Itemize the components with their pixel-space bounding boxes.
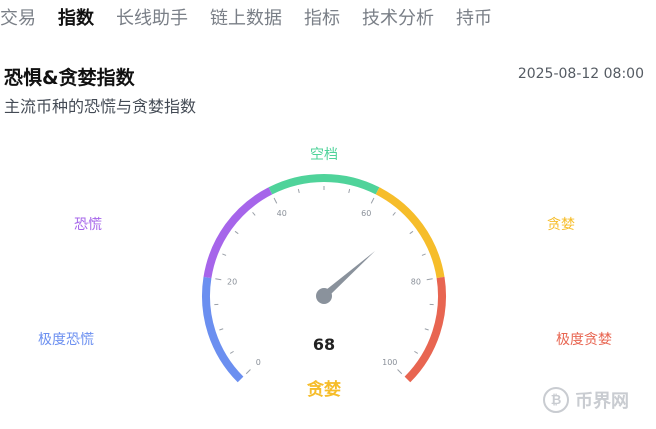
gauge-tick-40 <box>273 197 278 204</box>
gauge-tick-label-60: 60 <box>361 209 371 218</box>
gauge-tick-label-0: 0 <box>256 358 261 367</box>
zone-label-3: 贪婪 <box>547 217 575 233</box>
gauge-status-label: 贪婪 <box>306 379 341 400</box>
gauge-tick-20 <box>215 278 222 281</box>
gauge-value: 68 <box>313 335 335 354</box>
gauge-tick-70 <box>409 230 414 235</box>
gauge-tick-100 <box>397 369 403 375</box>
watermark: ₿ 币界网 <box>543 387 629 413</box>
gauge-tick-10 <box>219 328 224 331</box>
gauge-tick-0 <box>245 369 251 375</box>
gauge-zone-arc-1 <box>203 187 273 279</box>
gauge-zone-arc-3 <box>375 187 445 279</box>
gauge-tick-80 <box>426 278 433 281</box>
bitcoin-icon: ₿ <box>543 387 569 413</box>
gauge-tick-90 <box>424 328 429 331</box>
gauge-needle-hub <box>316 288 332 304</box>
gauge-tick-label-80: 80 <box>411 277 421 286</box>
zone-label-0: 极度恐慌 <box>38 332 94 348</box>
gauge-tick-25 <box>222 253 227 256</box>
gauge-tick-label-40: 40 <box>277 209 287 218</box>
watermark-text: 币界网 <box>575 391 629 412</box>
gauge-tick-65 <box>392 212 396 216</box>
gauge-tick-95 <box>414 350 419 354</box>
zone-label-2: 空档 <box>310 147 338 163</box>
gauge-tick-5 <box>229 350 234 354</box>
gauge-tick-label-100: 100 <box>382 358 397 367</box>
gauge-zone-arc-4 <box>404 276 446 383</box>
gauge-tick-30 <box>234 230 239 235</box>
gauge-zone-arc-0 <box>202 276 244 383</box>
gauge-tick-35 <box>252 212 256 216</box>
zone-label-1: 恐慌 <box>74 217 102 233</box>
gauge-tick-60 <box>370 197 375 204</box>
zone-label-4: 极度贪婪 <box>556 332 612 348</box>
gauge-tick-55 <box>348 188 351 194</box>
gauge-tick-75 <box>421 253 426 256</box>
fear-greed-page: 交易 指数 长线助手 链上数据 指标 技术分析 持币 恐惧&贪婪指数 主流币种的… <box>0 0 656 429</box>
gauge-tick-45 <box>297 188 300 194</box>
gauge-tick-label-20: 20 <box>227 277 237 286</box>
